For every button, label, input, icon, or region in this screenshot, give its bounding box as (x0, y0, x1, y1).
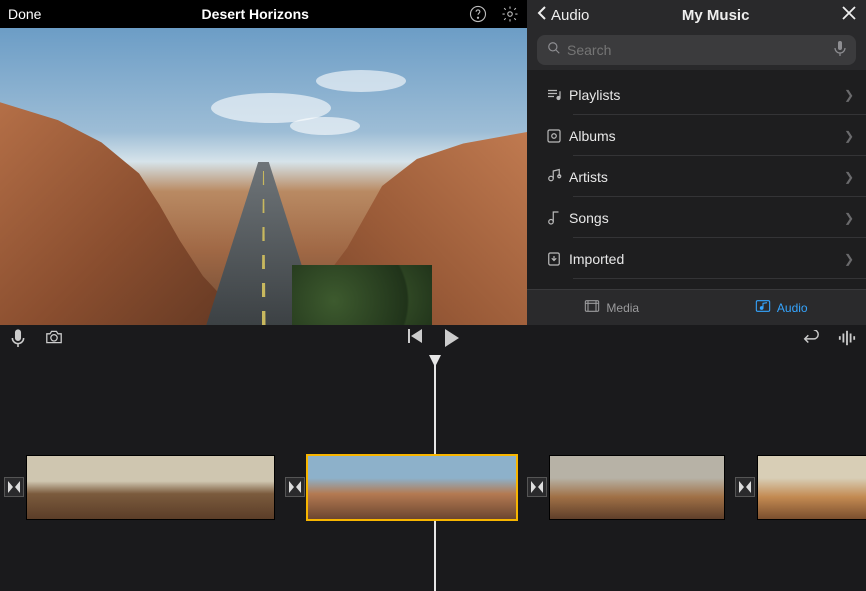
search-icon (547, 41, 561, 60)
chevron-right-icon: ❯ (844, 88, 866, 102)
tab-media[interactable]: Media (527, 290, 697, 325)
camera-icon[interactable] (44, 329, 64, 352)
category-imported[interactable]: Imported ❯ (527, 238, 866, 279)
category-label: Albums (569, 128, 844, 144)
settings-icon[interactable] (501, 5, 519, 23)
music-categories: Playlists ❯ Albums ❯ Artists ❯ (527, 70, 866, 289)
clip-thumbnail (813, 456, 866, 519)
clip[interactable] (757, 455, 866, 520)
back-button[interactable]: Audio (537, 6, 589, 24)
category-songs[interactable]: Songs ❯ (527, 197, 866, 238)
tab-label: Audio (777, 301, 808, 315)
album-icon (539, 127, 569, 145)
transition-button[interactable] (735, 477, 755, 497)
panel-title: My Music (589, 7, 842, 24)
imported-icon (539, 250, 569, 268)
transition-button[interactable] (527, 477, 547, 497)
tab-audio[interactable]: Audio (697, 290, 866, 325)
clip[interactable] (26, 455, 275, 520)
chevron-left-icon (537, 6, 547, 24)
category-label: Imported (569, 251, 844, 267)
category-albums[interactable]: Albums ❯ (527, 115, 866, 156)
artist-icon (539, 168, 569, 186)
chevron-right-icon: ❯ (844, 170, 866, 184)
dictate-icon[interactable] (834, 40, 846, 61)
category-artists[interactable]: Artists ❯ (527, 156, 866, 197)
chevron-right-icon: ❯ (844, 211, 866, 225)
search-input[interactable] (567, 42, 828, 58)
clip-thumbnail (27, 456, 109, 519)
playlist-icon (539, 86, 569, 104)
category-label: Playlists (569, 87, 844, 103)
timeline-track[interactable] (0, 355, 866, 591)
chevron-right-icon: ❯ (844, 252, 866, 266)
category-label: Artists (569, 169, 844, 185)
clip-thumbnail (109, 456, 191, 519)
clip-thumbnail (447, 456, 516, 519)
audio-icon (755, 299, 771, 316)
transition-button[interactable] (4, 477, 24, 497)
play-icon[interactable] (444, 329, 460, 352)
clip-thumbnail (308, 456, 377, 519)
clip[interactable] (549, 455, 725, 520)
close-button[interactable] (842, 6, 856, 25)
voiceover-icon[interactable] (10, 329, 26, 352)
clip-thumbnail (637, 456, 724, 519)
video-preview[interactable] (0, 28, 527, 325)
song-icon (539, 209, 569, 227)
tab-label: Media (606, 301, 639, 315)
transition-button[interactable] (285, 477, 305, 497)
help-icon[interactable] (469, 5, 487, 23)
undo-icon[interactable] (802, 330, 820, 351)
category-playlists[interactable]: Playlists ❯ (527, 74, 866, 115)
clip[interactable] (307, 455, 517, 520)
chevron-right-icon: ❯ (844, 129, 866, 143)
category-label: Songs (569, 210, 844, 226)
back-label: Audio (551, 7, 589, 24)
skip-start-icon[interactable] (406, 329, 422, 352)
search-field[interactable] (537, 35, 856, 65)
waveform-icon[interactable] (838, 330, 856, 351)
clip-thumbnail (550, 456, 637, 519)
clip-thumbnail (192, 456, 274, 519)
media-icon (584, 299, 600, 316)
clip-thumbnail (758, 456, 813, 519)
clip-thumbnail (377, 456, 446, 519)
done-button[interactable]: Done (8, 6, 41, 22)
project-title: Desert Horizons (41, 6, 469, 22)
